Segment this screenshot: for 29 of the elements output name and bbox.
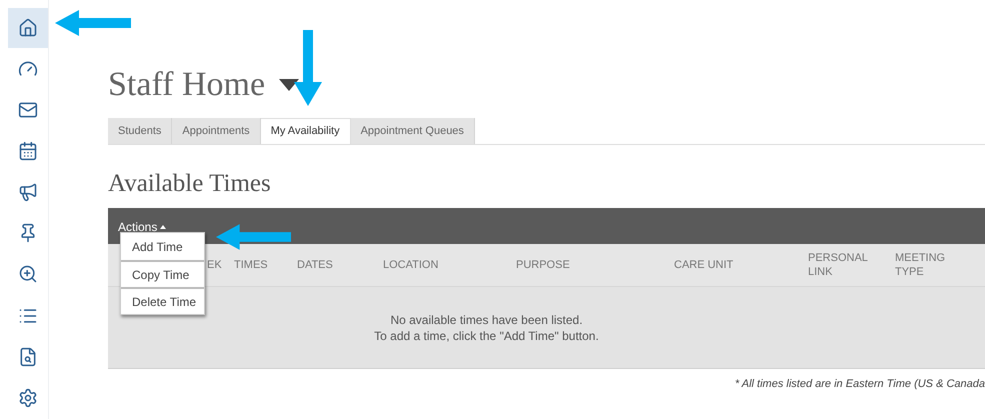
menu-item[interactable]: Copy Time	[121, 260, 204, 287]
megaphone-icon	[18, 182, 38, 202]
report-search-icon	[18, 346, 38, 367]
tab[interactable]: Appointments	[172, 118, 261, 144]
column-header: TIMES	[234, 258, 269, 272]
mail-icon	[18, 100, 38, 120]
tab[interactable]: Students	[108, 118, 172, 144]
dropdown-caret-icon[interactable]	[279, 79, 300, 91]
sidebar-item[interactable]	[8, 8, 48, 48]
zoom-in-icon	[18, 264, 38, 284]
settings-icon	[18, 388, 38, 408]
tab[interactable]: Appointment Queues	[350, 118, 475, 144]
empty-message: To add a time, click the "Add Time" button.	[374, 328, 599, 344]
column-header: PERSONAL LINK	[808, 251, 869, 279]
column-header: MEETING TYPE	[895, 251, 946, 279]
home-icon	[18, 18, 38, 38]
column-header: DATES	[297, 258, 334, 272]
column-header: PURPOSE	[516, 258, 571, 272]
empty-message: No available times have been listed.	[390, 312, 583, 328]
section-title: Available Times	[108, 171, 272, 196]
footnote: * All times listed are in Eastern Time (US & Canada	[734, 377, 985, 392]
menu-item[interactable]: Add Time	[121, 233, 204, 260]
calendar-icon	[18, 141, 38, 162]
column-header: CARE UNIT	[674, 258, 734, 272]
menu-item[interactable]: Delete Time	[121, 287, 204, 314]
column-header: EK	[207, 258, 223, 272]
tab[interactable]: My Availability	[260, 118, 351, 144]
page-title: Staff Home	[108, 68, 266, 102]
column-header: LOCATION	[383, 258, 440, 272]
